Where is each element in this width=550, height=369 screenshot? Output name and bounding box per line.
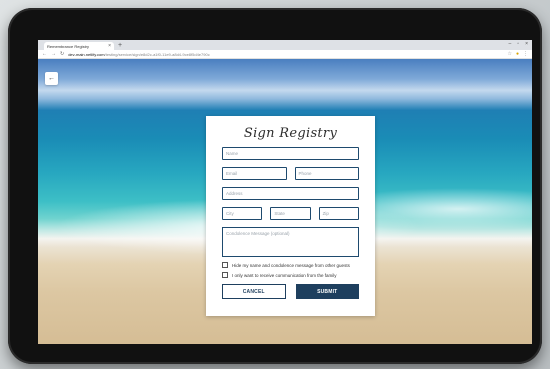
forward-nav-icon[interactable]: → xyxy=(51,51,56,57)
url-field[interactable]: dev-main.netlify.com/testing/service/sig… xyxy=(68,52,503,57)
url-host: dev-main.netlify.com xyxy=(68,51,105,57)
toolbar-icons: ☆ ● ⋮ xyxy=(507,51,528,57)
screen: Remembrance Registry × + – ▫ × ← → ↻ dev… xyxy=(38,40,532,344)
reload-icon[interactable]: ↻ xyxy=(60,51,64,57)
family-only-label: I only want to receive communication fro… xyxy=(232,272,337,278)
state-input[interactable]: State xyxy=(270,207,311,220)
browser-tabbar: Remembrance Registry × + – ▫ × xyxy=(38,40,532,50)
url-path: /testing/service/sign/e8d2c-a1f0-11e9-a8… xyxy=(104,51,210,57)
tab-close-icon[interactable]: × xyxy=(108,43,111,49)
bookmark-star-icon[interactable]: ☆ xyxy=(507,51,511,57)
submit-button[interactable]: SUBMIT xyxy=(295,284,359,299)
zip-input[interactable]: Zip xyxy=(318,207,359,220)
tablet-device: Remembrance Registry × + – ▫ × ← → ↻ dev… xyxy=(8,8,542,364)
family-only-checkbox[interactable] xyxy=(222,272,228,278)
address-input[interactable]: Address xyxy=(222,187,359,200)
new-tab-button[interactable]: + xyxy=(118,42,122,50)
menu-icon[interactable]: ⋮ xyxy=(523,51,528,57)
maximize-icon[interactable]: ▫ xyxy=(517,41,519,47)
tab-title: Remembrance Registry xyxy=(47,43,90,49)
form-actions: CANCEL SUBMIT xyxy=(222,284,359,299)
hide-name-label: Hide my name and condolence message from… xyxy=(232,262,350,268)
browser-tab[interactable]: Remembrance Registry × xyxy=(44,42,114,50)
close-window-icon[interactable]: × xyxy=(525,41,528,47)
beach-background-page: ← Sign Registry Name Email Phone Address… xyxy=(38,59,532,344)
hide-name-checkbox[interactable] xyxy=(222,262,228,268)
account-icon[interactable]: ● xyxy=(516,51,519,57)
condolence-message-textarea[interactable]: Condolence Message (optional) xyxy=(222,227,359,257)
address-bar: ← → ↻ dev-main.netlify.com/testing/servi… xyxy=(38,50,532,59)
family-only-option[interactable]: I only want to receive communication fro… xyxy=(222,272,359,278)
back-nav-icon[interactable]: ← xyxy=(42,51,47,57)
minimize-icon[interactable]: – xyxy=(509,41,512,47)
city-input[interactable]: City xyxy=(222,207,263,220)
sign-registry-card: Sign Registry Name Email Phone Address C… xyxy=(206,116,375,316)
window-controls: – ▫ × xyxy=(509,41,528,47)
name-input[interactable]: Name xyxy=(222,147,359,160)
hide-name-option[interactable]: Hide my name and condolence message from… xyxy=(222,262,359,268)
page-back-button[interactable]: ← xyxy=(45,72,58,85)
email-input[interactable]: Email xyxy=(222,167,287,180)
cancel-button[interactable]: CANCEL xyxy=(222,284,286,299)
phone-input[interactable]: Phone xyxy=(294,167,359,180)
form-title: Sign Registry xyxy=(243,126,338,141)
